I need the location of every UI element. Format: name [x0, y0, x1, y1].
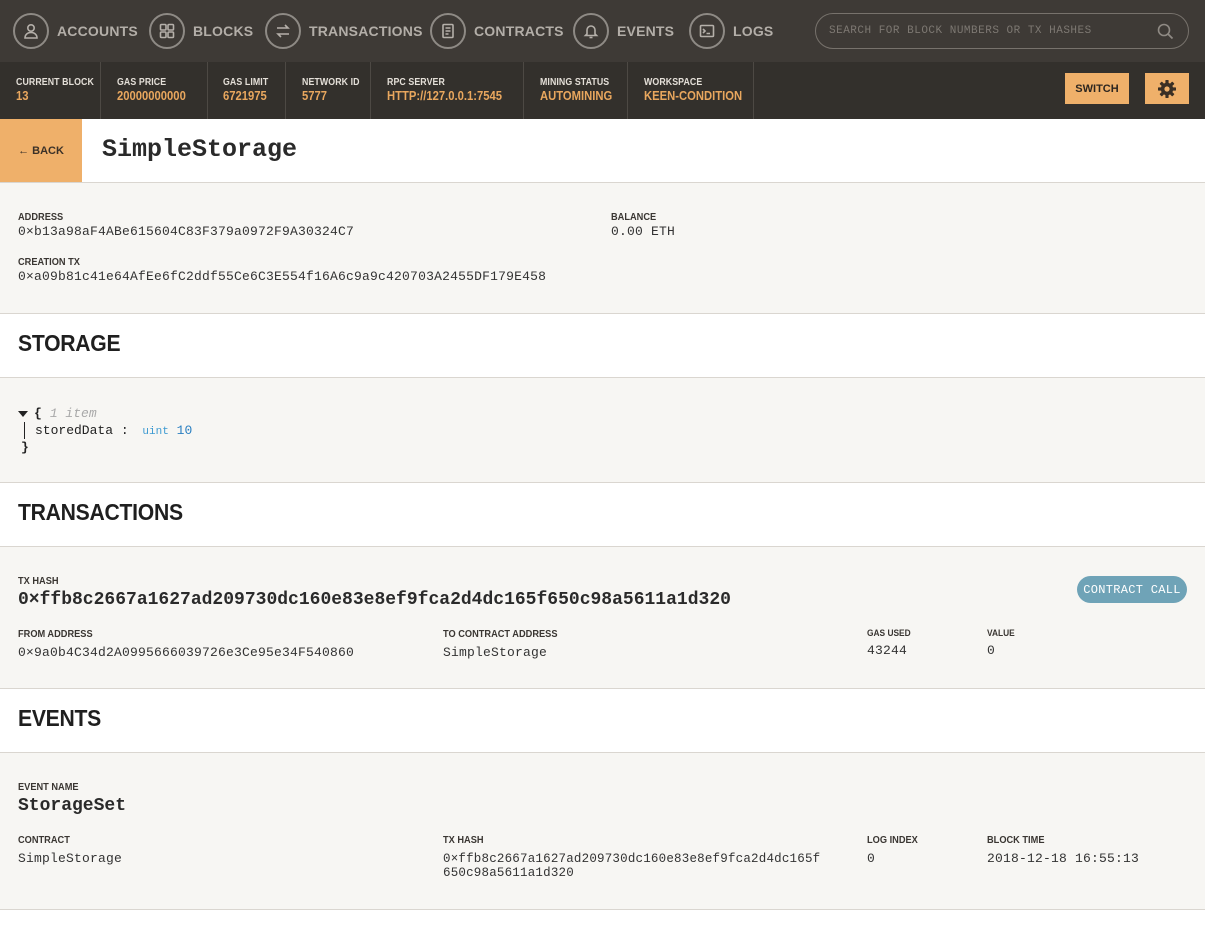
nav-blocks[interactable]: BLOCKS: [149, 13, 253, 49]
nav-blocks-label: BLOCKS: [193, 23, 254, 39]
event-row[interactable]: [0, 753, 1205, 910]
status-bar: CURRENT BLOCK 13 GAS PRICE 20000000000 G…: [0, 62, 1205, 119]
workspace-label: WORKSPACE: [644, 77, 703, 88]
tx-hash[interactable]: 0×ffb8c2667a1627ad209730dc160e83e8ef9fca…: [18, 590, 731, 610]
back-button[interactable]: ← BACK: [0, 119, 82, 182]
search-icon[interactable]: [1157, 23, 1174, 40]
close-brace: }: [21, 440, 29, 455]
contracts-icon: [430, 13, 466, 49]
events-heading: EVENTS: [18, 705, 102, 731]
nav-logs[interactable]: LOGS: [689, 13, 773, 49]
gas-used: 43244: [867, 643, 908, 658]
storage-key: storedData: [35, 423, 114, 438]
storage-tree: {1 item storedData : uint 10 }: [18, 405, 192, 456]
blocks-icon: [149, 13, 185, 49]
from-address: 0×9a0b4C34d2A0995666039726e3Ce95e34F5408…: [18, 645, 355, 660]
current-block-value: 13: [16, 89, 29, 103]
nav-events-label: EVENTS: [617, 23, 675, 39]
creation-tx-label: CREATION TX: [18, 256, 80, 268]
gas-price-label: GAS PRICE: [117, 77, 167, 88]
top-nav: ACCOUNTS BLOCKS TRANSACTIONS CONTRACTS E…: [0, 0, 1205, 62]
nav-contracts[interactable]: CONTRACTS: [430, 13, 564, 49]
event-tx-hash-line1: 0×ffb8c2667a1627ad209730dc160e83e8ef9fca…: [443, 852, 821, 866]
close-brace-row: }: [18, 439, 192, 456]
gas-limit-stat: GAS LIMIT 6721975: [208, 62, 286, 119]
event-name: StorageSet: [18, 796, 127, 816]
caret-down-icon[interactable]: [18, 410, 28, 417]
switch-workspace-button[interactable]: SWITCH: [1065, 73, 1129, 104]
event-contract-label: CONTRACT: [18, 834, 70, 846]
rpc-server-value: HTTP://127.0.0.1:7545: [387, 89, 503, 103]
gas-price-value: 20000000000: [117, 89, 186, 103]
terminal-icon: [689, 13, 725, 49]
search-input[interactable]: [829, 25, 1149, 37]
current-block-stat: CURRENT BLOCK 13: [0, 62, 101, 119]
network-id-stat: NETWORK ID 5777: [286, 62, 371, 119]
nav-accounts-label: ACCOUNTS: [57, 23, 138, 39]
workspace-value: KEEN-CONDITION: [644, 89, 743, 103]
gas-limit-label: GAS LIMIT: [223, 77, 269, 88]
nav-transactions[interactable]: TRANSACTIONS: [265, 13, 423, 49]
nav-accounts[interactable]: ACCOUNTS: [13, 13, 138, 49]
mining-status-stat: MINING STATUS AUTOMINING: [524, 62, 628, 119]
settings-button[interactable]: [1145, 73, 1189, 104]
creation-tx-hash[interactable]: 0×a09b81c41e64AfEe6fC2ddf55Ce6C3E554f16A…: [18, 269, 546, 284]
to-contract-label: TO CONTRACT ADDRESS: [443, 628, 558, 640]
contract-info-panel: [0, 183, 1205, 314]
title-bar: ← BACK SimpleStorage: [0, 119, 1205, 183]
item-count: 1 item: [49, 406, 97, 421]
log-index: 0: [867, 851, 876, 866]
contract-balance: 0.00 ETH: [611, 224, 676, 239]
transactions-icon: [265, 13, 301, 49]
storage-tree-root[interactable]: {1 item: [18, 405, 192, 422]
mining-status-label: MINING STATUS: [540, 77, 610, 88]
block-time: 2018-12-18 16:55:13: [987, 851, 1140, 866]
to-contract: SimpleStorage: [443, 645, 548, 660]
page-title: SimpleStorage: [102, 135, 298, 164]
event-tx-hash-line2: 650c98a5611a1d320: [443, 866, 574, 880]
storage-heading: STORAGE: [18, 330, 121, 356]
gear-icon: [1158, 79, 1176, 98]
network-id-value: 5777: [302, 89, 328, 103]
block-time-label: BLOCK TIME: [987, 834, 1045, 846]
address-label: ADDRESS: [18, 211, 64, 223]
open-brace: {: [34, 406, 42, 421]
gas-used-label: GAS USED: [867, 628, 911, 639]
events-section-header: EVENTS: [0, 689, 1205, 753]
transactions-heading: TRANSACTIONS: [18, 499, 183, 525]
storage-value: 10: [176, 423, 193, 438]
balance-label: BALANCE: [611, 211, 657, 223]
nav-logs-label: LOGS: [733, 23, 774, 39]
contract-call-badge: CONTRACT CALL: [1077, 576, 1187, 603]
nav-contracts-label: CONTRACTS: [474, 23, 564, 39]
event-name-label: EVENT NAME: [18, 781, 79, 793]
log-index-label: LOG INDEX: [867, 834, 918, 846]
network-id-label: NETWORK ID: [302, 77, 360, 88]
storage-type: uint: [142, 426, 169, 438]
rpc-server-stat: RPC SERVER HTTP://127.0.0.1:7545: [371, 62, 524, 119]
event-contract: SimpleStorage: [18, 851, 123, 866]
storage-entry: storedData : uint 10: [24, 422, 192, 439]
tx-hash-label: TX HASH: [18, 575, 59, 587]
current-block-label: CURRENT BLOCK: [16, 77, 94, 88]
gas-limit-value: 6721975: [223, 89, 267, 103]
value-label: VALUE: [987, 628, 1015, 639]
transactions-section-header: TRANSACTIONS: [0, 483, 1205, 547]
nav-transactions-label: TRANSACTIONS: [309, 23, 423, 39]
contract-address: 0×b13a98aF4ABe615604C83F379a0972F9A30324…: [18, 224, 355, 239]
workspace-stat: WORKSPACE KEEN-CONDITION: [628, 62, 754, 119]
transaction-row[interactable]: [0, 547, 1205, 689]
from-address-label: FROM ADDRESS: [18, 628, 93, 640]
tx-value: 0: [987, 643, 996, 658]
rpc-server-label: RPC SERVER: [387, 77, 445, 88]
account-icon: [13, 13, 49, 49]
storage-section-header: STORAGE: [0, 314, 1205, 378]
search-box: [815, 13, 1189, 49]
nav-events[interactable]: EVENTS: [573, 13, 674, 49]
bell-icon: [573, 13, 609, 49]
event-tx-hash-label: TX HASH: [443, 834, 484, 846]
gas-price-stat: GAS PRICE 20000000000: [101, 62, 208, 119]
mining-status-value: AUTOMINING: [540, 89, 613, 103]
